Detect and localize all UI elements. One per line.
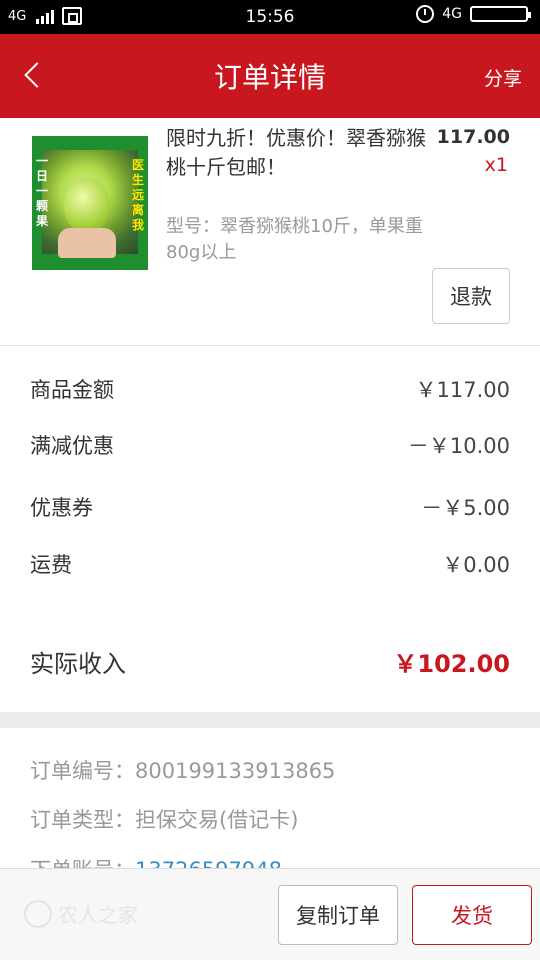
order-number-value: 800199133913865 [135,759,336,783]
amount-label: 运费 [30,553,72,577]
product-price: 117.00 [436,126,510,148]
refund-button[interactable]: 退款 [432,268,510,324]
hand-graphic [58,228,116,258]
amount-row-shipping: 运费 ￥0.00 [30,549,510,579]
order-type-row: 订单类型：担保交易(借记卡) [30,804,298,834]
product-spec: 型号：翠香猕猴桃10斤，单果重80g以上 [166,216,423,263]
copy-order-button[interactable]: 复制订单 [278,885,398,945]
order-type-label: 订单类型： [30,808,135,832]
amount-label: 商品金额 [30,378,114,402]
amount-label: 优惠券 [30,496,93,520]
kiwi-fruit-graphic [64,178,110,234]
page-title: 订单详情 [213,61,326,94]
order-type-value: 担保交易(借记卡) [135,808,299,832]
amount-row-goods: 商品金额 ￥117.00 [30,374,510,404]
bottom-action-bar: 农人之家 复制订单 发货 [0,868,540,960]
product-name: 限时九折！优惠价！翠香猕猴桃十斤包邮！ [166,126,426,179]
order-number-row: 订单编号：800199133913865 [30,755,335,785]
amount-value: ￥0.00 [442,553,510,577]
total-value: ￥102.00 [393,650,510,678]
product-card: 一日一颗果 医生远离我 限时九折！优惠价！翠香猕猴桃十斤包邮！ 117.00 x… [0,118,540,346]
product-image[interactable]: 一日一颗果 医生远离我 [32,136,148,270]
app-header: 订单详情 分享 [0,34,540,118]
amount-value: ￥117.00 [415,378,510,402]
battery-icon [470,6,531,22]
image-slogan-right: 医生远离我 [131,158,144,232]
network-label-right: 4G [442,6,462,22]
amount-value: －￥5.00 [421,496,510,520]
status-bar: 4G 15:56 4G [0,0,540,34]
share-button[interactable]: 分享 [484,64,522,91]
watermark-logo: 农人之家 [24,899,138,928]
amount-row-discount: 满减优惠 －￥10.00 [30,430,510,460]
amount-row-coupon: 优惠券 －￥5.00 [30,492,510,522]
amount-value: －￥10.00 [407,434,510,458]
image-slogan-left: 一日一颗果 [35,154,48,228]
product-quantity: x1 [484,154,508,176]
alarm-icon [416,5,435,23]
section-divider [0,712,540,728]
logo-icon [24,899,52,928]
watermark-text: 农人之家 [58,903,138,927]
status-right: 4G [416,5,531,23]
total-label: 实际收入 [30,650,126,678]
amount-label: 满减优惠 [30,434,114,458]
ship-button[interactable]: 发货 [412,885,532,945]
order-number-label: 订单编号： [30,759,135,783]
total-row: 实际收入 ￥102.00 [30,644,510,679]
product-photo [42,150,138,258]
